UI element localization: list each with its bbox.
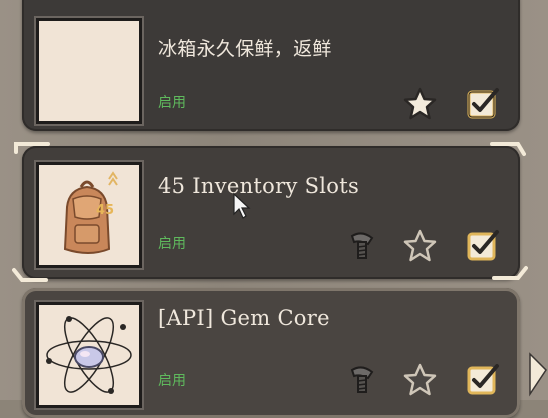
pin-bolt-icon[interactable] — [344, 228, 380, 264]
mod-status: 启用 — [158, 373, 186, 389]
pin-bolt-icon[interactable] — [344, 362, 380, 398]
favorite-star-icon[interactable] — [402, 86, 438, 122]
mod-card[interactable]: 45 45 Inventory Slots 启用 — [12, 142, 528, 282]
scroll-arrow-icon[interactable] — [528, 350, 548, 400]
favorite-star-icon[interactable] — [402, 228, 438, 264]
backpack-icon — [63, 171, 118, 254]
enable-checkbox-icon[interactable] — [464, 86, 500, 122]
mod-list: 冰箱永久保鲜，返鲜 启用 45 45 Inventory Slots 启用 [A… — [0, 0, 548, 418]
mod-title: [API] Gem Core — [158, 306, 330, 330]
card-corner-ornament — [490, 142, 526, 156]
favorite-star-icon[interactable] — [402, 362, 438, 398]
gem-atom-icon — [46, 316, 132, 394]
mod-thumbnail — [36, 302, 142, 408]
mouse-cursor-icon — [233, 192, 251, 219]
mod-card[interactable]: 冰箱永久保鲜，返鲜 启用 — [22, 0, 520, 131]
mod-title: 冰箱永久保鲜，返鲜 — [158, 38, 332, 60]
mod-thumbnail: 45 — [36, 162, 142, 268]
card-corner-ornament — [492, 266, 528, 280]
mod-card-selected[interactable]: [API] Gem Core 启用 — [22, 288, 520, 418]
enable-checkbox-icon[interactable] — [464, 228, 500, 264]
mod-status: 启用 — [158, 95, 186, 111]
mod-status: 启用 — [158, 236, 186, 252]
mod-title: 45 Inventory Slots — [158, 174, 360, 198]
mod-thumbnail — [36, 18, 142, 124]
slot-count-badge: 45 — [96, 203, 115, 218]
card-corner-ornament — [14, 142, 50, 154]
enable-checkbox-icon[interactable] — [464, 362, 500, 398]
